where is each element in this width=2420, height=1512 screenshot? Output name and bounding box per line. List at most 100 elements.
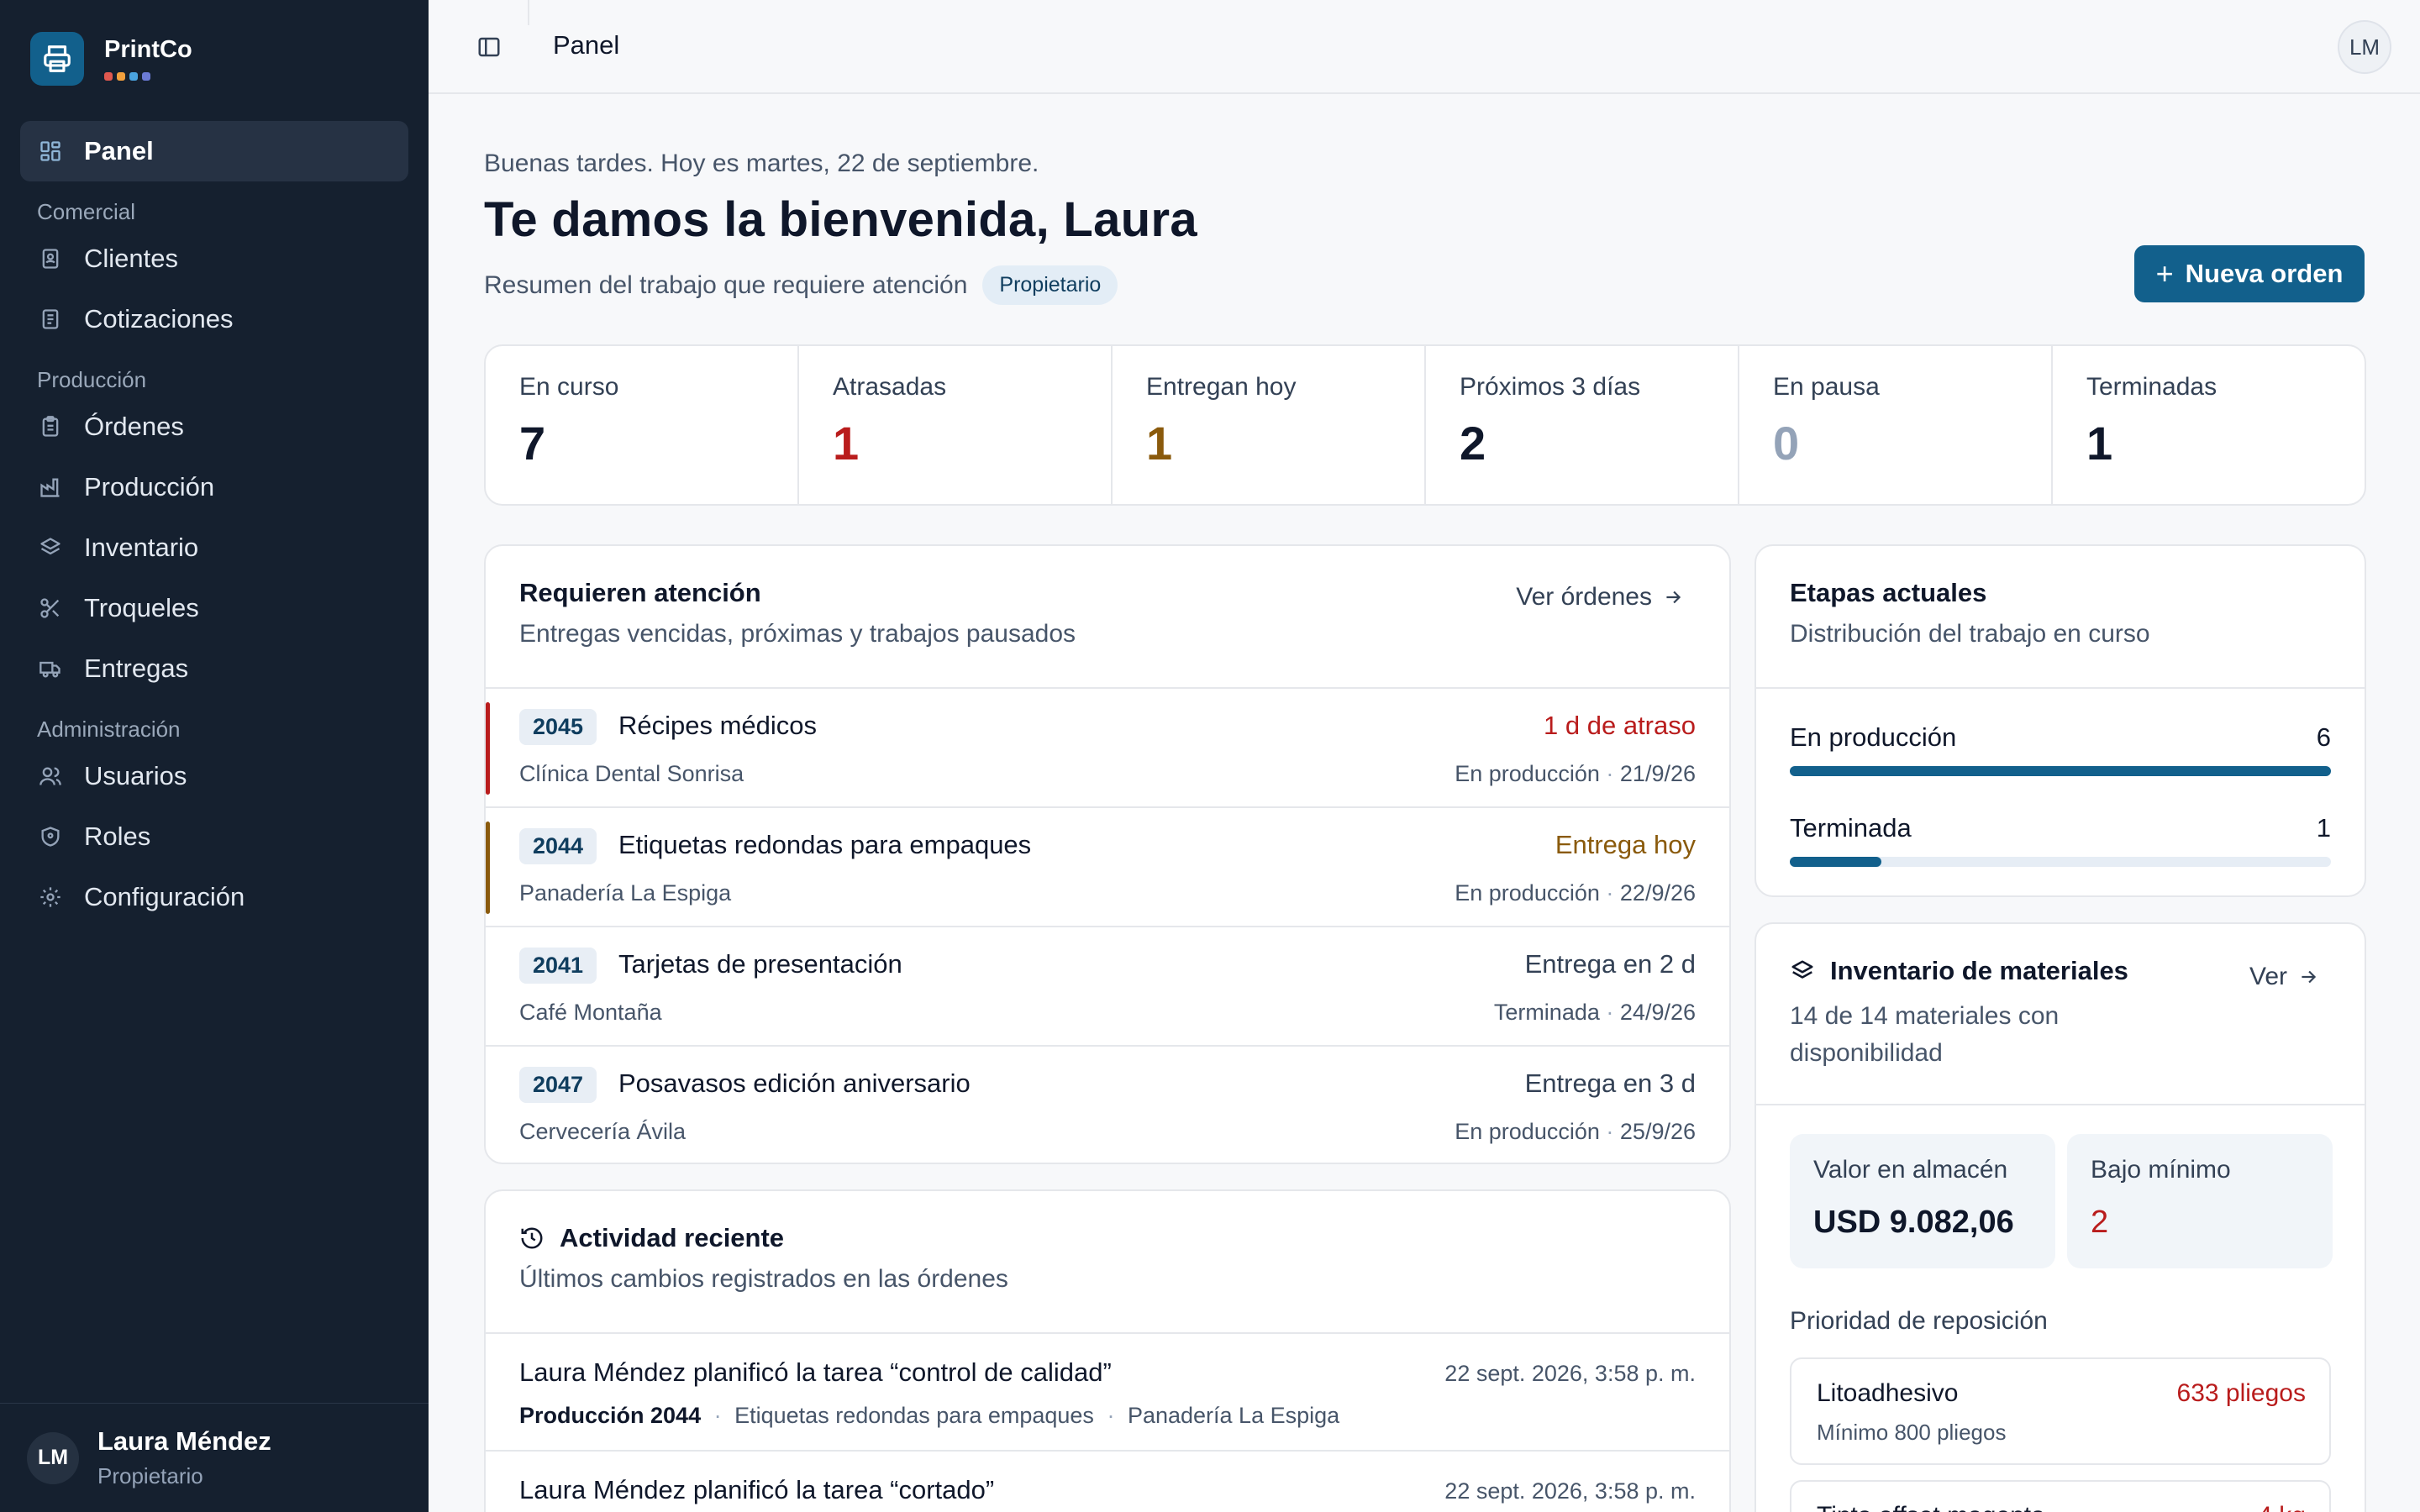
order-status: Entrega en 3 d [1524,1068,1696,1098]
sidebar-item-clientes[interactable]: Clientes [20,228,408,289]
stage-progress [1790,766,2331,776]
link-label: Ver órdenes [1516,583,1652,611]
user-name: Laura Méndez [97,1426,271,1456]
sidebar-user[interactable]: LM Laura Méndez Propietario [0,1403,429,1512]
sidebar-item-entregas[interactable]: Entregas [20,638,408,699]
greeting: Buenas tardes. Hoy es martes, 22 de sept… [484,150,1039,177]
card-subtitle: Últimos cambios registrados en las órden… [519,1265,1008,1293]
stat-en-pausa[interactable]: En pausa 0 [1739,346,2053,504]
summary-line: Resumen del trabajo que requiere atenció… [484,265,1118,305]
activity-order: Producción 2044 [519,1403,702,1428]
stage-value: 6 [2316,722,2331,752]
sidebar-item-inventario[interactable]: Inventario [20,517,408,578]
stat-value: 7 [519,417,546,470]
order-stage: Terminada [1493,1000,1600,1025]
activity-time: 22 sept. 2026, 3:58 p. m. [1444,1478,1696,1504]
sidebar-item-cotizaciones[interactable]: Cotizaciones [20,289,408,349]
sidebar-item-ordenes[interactable]: Órdenes [20,396,408,457]
stat-proximos-3-dias[interactable]: Próximos 3 días 2 [1426,346,1739,504]
activity-time: 22 sept. 2026, 3:58 p. m. [1444,1361,1696,1386]
priority-item[interactable]: Litoadhesivo 633 pliegos Mínimo 800 plie… [1790,1357,2331,1465]
list-item[interactable]: Laura Méndez planificó la tarea “cortado… [486,1450,1729,1512]
order-client: Café Montaña [519,1000,662,1025]
card-title: Requieren atención [519,578,761,607]
sidebar-item-roles[interactable]: Roles [20,806,408,867]
material-stock: 633 pliegos [2176,1379,2306,1407]
stock-value-tile: Valor en almacén USD 9.082,06 [1790,1134,2055,1268]
avatar: LM [27,1431,79,1484]
stage-value: 1 [2316,813,2331,843]
new-order-button[interactable]: + Nueva orden [2134,245,2365,302]
sidebar-item-panel[interactable]: Panel [20,121,408,181]
table-row[interactable]: 2047 Posavasos edición aniversario Cerve… [486,1045,1729,1163]
sidebar-item-configuracion[interactable]: Configuración [20,867,408,927]
material-name: Tinta offset magenta [1817,1502,2045,1512]
stage-item: Terminada 1 [1790,813,2331,867]
sidebar-item-label: Roles [84,822,151,851]
divider [1756,687,2365,689]
view-orders-link[interactable]: Ver órdenes [1516,583,1684,612]
table-row[interactable]: 2044 Etiquetas redondas para empaques Pa… [486,806,1729,926]
activity-meta: Producción 2044 · Etiquetas redondas par… [519,1403,1339,1429]
table-row[interactable]: 2045 Récipes médicos Clínica Dental Sonr… [486,687,1729,806]
card-subtitle: 14 de 14 materiales con disponibilidad [1790,998,2059,1072]
truck-icon [37,655,64,682]
stat-value: 2 [1460,417,1486,470]
order-name: Tarjetas de presentación [618,949,902,979]
stat-label: Terminadas [2086,373,2217,401]
tile-label: Valor en almacén [1813,1156,2008,1184]
separator: · [1107,1403,1115,1428]
stage-track [1790,857,2331,867]
separator: · [1606,880,1614,906]
separator: · [1606,1119,1614,1144]
stage-item: En producción 6 [1790,722,2331,776]
order-stage: En producción [1455,761,1600,786]
arrow-right-icon [1666,591,1681,604]
brand-color-dots [104,71,192,81]
sidebar-item-usuarios[interactable]: Usuarios [20,746,408,806]
activity-action: planificó la tarea “cortado” [692,1475,995,1504]
list-item[interactable]: Laura Méndez planificó la tarea “control… [486,1332,1729,1450]
divider [1756,1104,2365,1105]
summary-text: Resumen del trabajo que requiere atenció… [484,270,968,299]
stat-atrasadas[interactable]: Atrasadas 1 [799,346,1113,504]
stat-label: Entregan hoy [1146,373,1297,401]
user-avatar-button[interactable]: LM [2338,20,2391,74]
users-icon [37,763,64,790]
attention-card: Requieren atención Entregas vencidas, pr… [484,544,1731,1164]
sidebar-toggle-button[interactable] [472,30,506,64]
factory-icon [37,474,64,501]
sidebar-item-troqueles[interactable]: Troqueles [20,578,408,638]
nav-section-comercial: Comercial [37,199,136,224]
history-icon [521,1227,543,1249]
activity-action: planificó la tarea “control de calidad” [692,1357,1112,1387]
order-status: Entrega hoy [1555,830,1696,859]
sidebar-item-produccion[interactable]: Producción [20,457,408,517]
stat-value: 1 [2086,417,2113,470]
order-client: Cervecería Ávila [519,1119,687,1144]
stat-terminadas[interactable]: Terminadas 1 [2053,346,2365,504]
stage-label: Terminada [1790,813,1912,843]
sidebar: PrintCo Panel Comercial Clientes Cotizac… [0,0,429,1512]
brand[interactable]: PrintCo [30,32,192,86]
table-row[interactable]: 2041 Tarjetas de presentación Café Monta… [486,926,1729,1045]
order-stage: En producción [1455,880,1600,906]
priority-item[interactable]: Tinta offset magenta 4 kg [1790,1480,2331,1512]
new-order-label: Nueva orden [2185,259,2344,288]
gear-icon [37,884,64,911]
stat-value: 0 [1773,417,1800,470]
separator: · [713,1403,722,1428]
card-title: Actividad reciente [560,1223,785,1252]
stat-en-curso[interactable]: En curso 7 [486,346,799,504]
page-title: Panel [553,30,620,60]
tile-value: USD 9.082,06 [1813,1205,2014,1240]
order-name: Récipes médicos [618,711,818,740]
order-status: 1 d de atraso [1544,711,1696,740]
separator: · [1606,1000,1614,1025]
sidebar-item-label: Órdenes [84,412,184,441]
stat-entregan-hoy[interactable]: Entregan hoy 1 [1113,346,1426,504]
view-inventory-link[interactable]: Ver [2249,963,2319,991]
activity-user: Laura Méndez [519,1357,687,1387]
sidebar-item-label: Inventario [84,533,199,562]
welcome-heading: Te damos la bienvenida, Laura [484,192,1197,247]
